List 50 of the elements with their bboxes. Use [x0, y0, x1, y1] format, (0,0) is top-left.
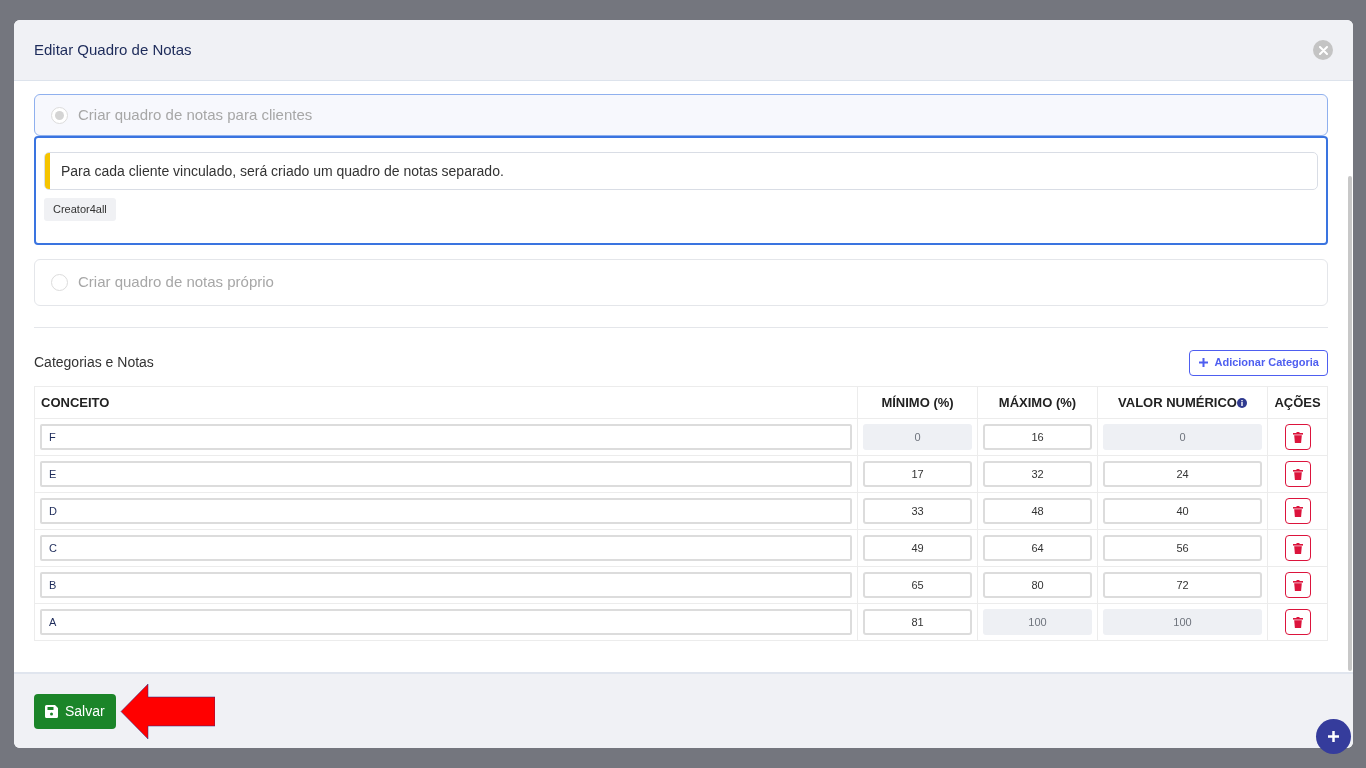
column-header: MÁXIMO (%)	[998, 394, 1077, 410]
number-field[interactable]: 72	[1103, 572, 1262, 598]
delete-button[interactable]	[1284, 424, 1311, 450]
number-field[interactable]: 64	[983, 535, 1092, 561]
number-field[interactable]: 48	[983, 498, 1092, 524]
number-field[interactable]: 80	[983, 572, 1092, 598]
number-field[interactable]: 33	[863, 498, 972, 524]
scrollbar[interactable]	[1348, 176, 1352, 671]
number-field[interactable]: 49	[863, 535, 972, 561]
concept-field[interactable]: F	[40, 424, 852, 450]
number-field[interactable]: 81	[863, 609, 972, 635]
notice-text: Para cada cliente vinculado, será criado um quadro de notas separado.	[60, 161, 504, 181]
trash-icon	[1292, 542, 1303, 554]
column-header: CONCEITO	[41, 394, 110, 410]
trash-icon	[1292, 579, 1303, 591]
save-button[interactable]: Salvar	[34, 693, 116, 729]
section-title: Categorias e Notas	[34, 353, 154, 372]
delete-button[interactable]	[1284, 461, 1311, 487]
delete-button[interactable]	[1284, 498, 1311, 524]
add-category-button[interactable]: Adicionar Categoria	[1189, 349, 1328, 376]
number-field[interactable]: 56	[1103, 535, 1262, 561]
delete-button[interactable]	[1284, 572, 1311, 598]
concept-field[interactable]: E	[40, 461, 852, 487]
column-header: MÍNIMO (%)	[881, 394, 954, 410]
concept-field[interactable]: B	[40, 572, 852, 598]
delete-button[interactable]	[1284, 535, 1311, 561]
info-icon	[1236, 397, 1247, 408]
close-icon	[1318, 45, 1328, 55]
number-field[interactable]: 40	[1103, 498, 1262, 524]
number-field[interactable]: 16	[983, 424, 1092, 450]
option-label: Criar quadro de notas para clientes	[78, 104, 313, 125]
modal-title: Editar Quadro de Notas	[34, 39, 192, 60]
trash-icon	[1292, 431, 1303, 443]
concept-field[interactable]: C	[40, 535, 852, 561]
number-field[interactable]: 32	[983, 461, 1092, 487]
plus-icon	[1327, 730, 1340, 743]
tag: Creator4all	[44, 198, 116, 221]
column-header: VALOR NUMÉRICO	[1118, 393, 1237, 412]
trash-icon	[1292, 505, 1303, 517]
trash-icon	[1292, 616, 1303, 628]
number-field[interactable]: 65	[863, 572, 972, 598]
number-field[interactable]: 17	[863, 461, 972, 487]
column-header: AÇÕES	[1274, 394, 1321, 410]
concept-field[interactable]: A	[40, 609, 852, 635]
plus-icon	[1198, 357, 1210, 368]
trash-icon	[1292, 468, 1303, 480]
concept-field[interactable]: D	[40, 498, 852, 524]
option-label: Criar quadro de notas próprio	[78, 272, 274, 293]
delete-button[interactable]	[1284, 609, 1311, 635]
number-field[interactable]: 24	[1103, 461, 1262, 487]
